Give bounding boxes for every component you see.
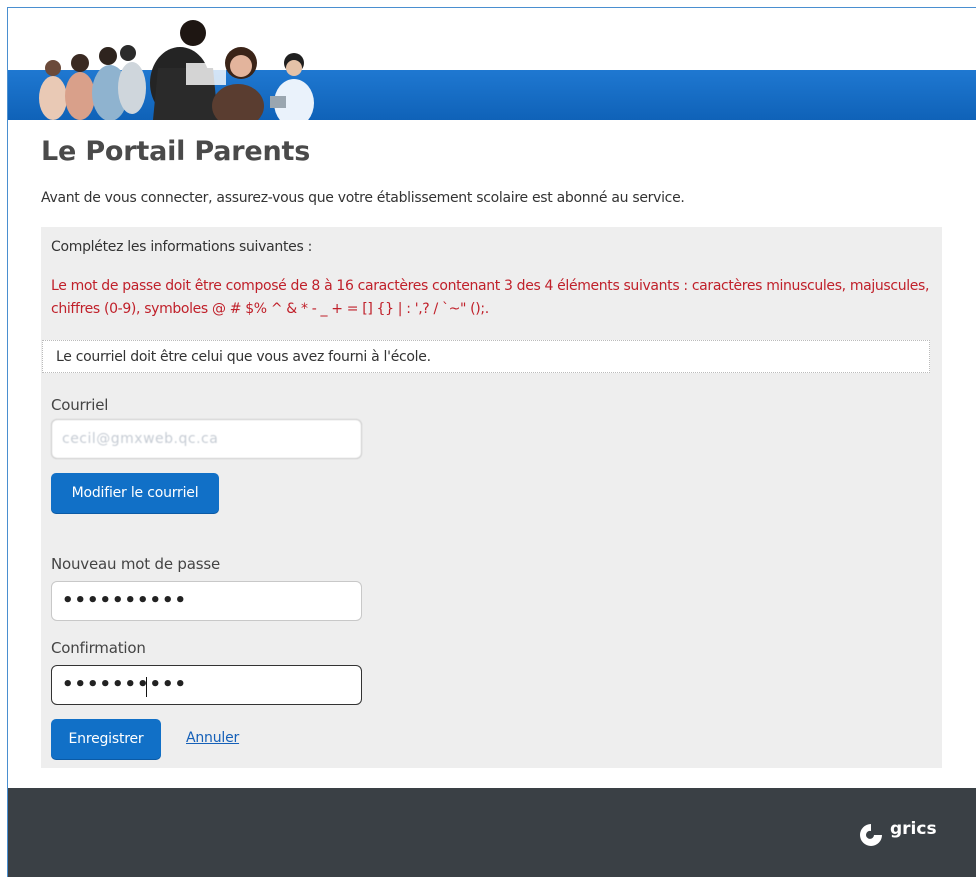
password-rules-warning: Le mot de passe doit être composé de 8 à… xyxy=(51,278,930,317)
email-label: Courriel xyxy=(51,396,109,414)
confirmation-password-field[interactable]: •••••••••• xyxy=(51,665,362,705)
intro-text: Avant de vous connecter, assurez-vous qu… xyxy=(41,190,685,206)
family-photo-image xyxy=(39,20,314,120)
page-title: Le Portail Parents xyxy=(41,136,311,167)
new-password-field[interactable]: •••••••••• xyxy=(51,581,362,621)
footer xyxy=(8,788,976,877)
save-button[interactable]: Enregistrer xyxy=(51,719,161,759)
header-banner xyxy=(8,8,976,120)
new-password-label: Nouveau mot de passe xyxy=(51,555,221,573)
text-cursor xyxy=(146,677,147,697)
email-field[interactable] xyxy=(51,419,362,459)
confirmation-label: Confirmation xyxy=(51,639,146,657)
cancel-link[interactable]: Annuler xyxy=(186,730,239,746)
email-notice: Le courriel doit être celui que vous ave… xyxy=(42,340,930,373)
footer-brand: grics xyxy=(890,819,937,839)
grics-logo-icon xyxy=(860,824,882,846)
form-instructions: Complétez les informations suivantes : xyxy=(51,239,313,255)
modify-email-button[interactable]: Modifier le courriel xyxy=(51,473,219,513)
